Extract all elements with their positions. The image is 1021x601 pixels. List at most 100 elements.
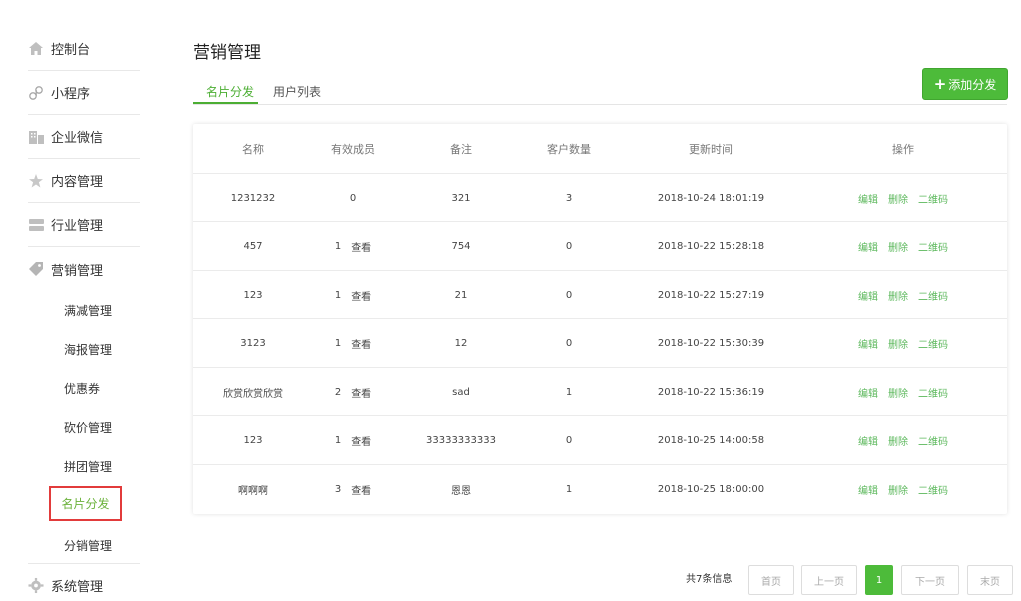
cell-updated: 2018-10-25 14:00:58 [657, 435, 765, 446]
table-row: 457 1 查看 754 0 2018-10-22 15:28:18 编辑 删除 二维码 [193, 223, 1007, 271]
cell-members: 1 查看 [293, 417, 413, 465]
view-members-link[interactable]: 查看 [351, 336, 371, 351]
tab-bar: 名片分发 用户列表 [193, 78, 1007, 105]
sidebar-item-system[interactable]: 系统管理 [28, 563, 140, 601]
sidebar-subitem-bargain[interactable]: 砍价管理 [64, 417, 112, 437]
qrcode-link[interactable]: 二维码 [918, 385, 948, 400]
active-tab-indicator [193, 102, 258, 104]
sidebar-subitem-coupon[interactable]: 优惠券 [64, 378, 100, 398]
member-count: 1 [334, 289, 342, 301]
qrcode-link[interactable]: 二维码 [918, 239, 948, 254]
edit-link[interactable]: 编辑 [858, 385, 878, 400]
gear-icon [28, 577, 44, 594]
sidebar-item-industry[interactable]: 行业管理 [28, 203, 140, 247]
view-members-link[interactable]: 查看 [351, 239, 371, 254]
cell-remark: sad [452, 386, 470, 398]
cell-customers: 0 [565, 338, 573, 349]
sidebar-subitem-full-reduction[interactable]: 满减管理 [64, 300, 112, 320]
qrcode-link[interactable]: 二维码 [918, 336, 948, 351]
qrcode-link[interactable]: 二维码 [918, 191, 948, 206]
view-members-link[interactable]: 查看 [351, 288, 371, 303]
edit-link[interactable]: 编辑 [858, 239, 878, 254]
sidebar-item-label: 行业管理 [51, 219, 104, 234]
view-members-link[interactable]: 查看 [351, 433, 371, 448]
edit-link[interactable]: 编辑 [858, 482, 878, 497]
view-members-link[interactable]: 查看 [351, 385, 371, 400]
member-count: 1 [334, 338, 342, 349]
cell-members: 3 查看 [293, 465, 413, 513]
edit-link[interactable]: 编辑 [858, 191, 878, 206]
cell-actions: 编辑 删除 二维码 [823, 174, 983, 222]
table-row: 1231232 0 321 3 2018-10-24 18:01:19 编辑 删除 二维码 [193, 174, 1007, 222]
table-row: 123 1 查看 33333333333 0 2018-10-25 14:00:58 编辑删… [193, 417, 1007, 465]
table-row: 3123 1 查看 12 0 2018-10-22 15:30:39 编辑 删除 二维码 [193, 320, 1007, 368]
first-page-button[interactable]: 首页 [748, 565, 794, 595]
view-members-link[interactable]: 查看 [351, 482, 371, 497]
home-icon [28, 41, 44, 57]
tab-card-distribution[interactable]: 名片分发 [206, 83, 254, 100]
sidebar-subitem-distribution[interactable]: 分销管理 [64, 535, 112, 555]
member-count: 1 [334, 435, 342, 446]
cell-actions: 编辑 删除 二维码 [823, 320, 983, 368]
member-count: 0 [349, 192, 357, 204]
sidebar-subitem-card-distribution[interactable]: 名片分发 [49, 486, 122, 521]
last-page-button[interactable]: 末页 [967, 565, 1013, 595]
edit-link[interactable]: 编辑 [858, 336, 878, 351]
column-header-updated: 更新时间 [689, 143, 733, 156]
cell-customers: 1 [565, 386, 573, 398]
delete-link[interactable]: 删除 [888, 385, 908, 400]
table-row: 啊啊啊 3 查看 恩恩 1 2018-10-25 18:00:00 编辑 删除 二维码 [193, 465, 1007, 513]
table-row: 123 1 查看 21 0 2018-10-22 15:27:19 编辑 删除 二维码 [193, 271, 1007, 319]
sidebar-item-console[interactable]: 控制台 [28, 27, 140, 71]
cell-remark: 33333333333 [426, 435, 496, 446]
next-page-button[interactable]: 下一页 [901, 565, 959, 595]
column-header-remark: 备注 [450, 143, 472, 156]
delete-link[interactable]: 删除 [888, 433, 908, 448]
member-count: 2 [334, 386, 342, 398]
edit-link[interactable]: 编辑 [858, 433, 878, 448]
cell-members: 2 查看 [293, 368, 413, 416]
cell-updated: 2018-10-22 15:36:19 [657, 386, 765, 398]
mini-program-icon [28, 85, 44, 101]
edit-link[interactable]: 编辑 [858, 288, 878, 303]
delete-link[interactable]: 删除 [888, 239, 908, 254]
qrcode-link[interactable]: 二维码 [918, 288, 948, 303]
sidebar-subitem-group-buy[interactable]: 拼团管理 [64, 456, 112, 476]
sidebar-item-content[interactable]: 内容管理 [28, 159, 140, 203]
sidebar-item-marketing[interactable]: 营销管理 [28, 247, 140, 291]
cell-updated: 2018-10-22 15:30:39 [657, 338, 765, 349]
sidebar-item-mini-program[interactable]: 小程序 [28, 71, 140, 115]
prev-page-button[interactable]: 上一页 [801, 565, 857, 595]
delete-link[interactable]: 删除 [888, 288, 908, 303]
tag-icon [28, 261, 44, 277]
column-header-actions: 操作 [892, 143, 914, 156]
delete-link[interactable]: 删除 [888, 336, 908, 351]
distribution-table: 名称 有效成员 备注 客户数量 更新时间 操作 1231232 0 321 3 2018… [193, 124, 1007, 514]
page-title: 营销管理 [193, 43, 261, 63]
cell-members: 0 [293, 174, 413, 222]
cell-customers: 0 [565, 435, 573, 446]
plus-icon: + [933, 75, 947, 93]
cell-remark: 21 [454, 289, 468, 301]
cell-actions: 编辑 删除 二维码 [823, 368, 983, 416]
page-1-button[interactable]: 1 [865, 565, 893, 595]
cell-remark: 恩恩 [451, 485, 471, 497]
sidebar-item-label: 小程序 [51, 87, 91, 102]
cell-actions: 编辑 删除 二维码 [823, 417, 983, 465]
sidebar-subitem-poster[interactable]: 海报管理 [64, 339, 112, 359]
cell-members: 1 查看 [293, 320, 413, 368]
sidebar-item-enterprise-wechat[interactable]: 企业微信 [28, 115, 140, 159]
sidebar-item-label: 营销管理 [51, 263, 104, 279]
cell-actions: 编辑 删除 二维码 [823, 465, 983, 513]
add-distribution-button[interactable]: + 添加分发 [922, 68, 1008, 100]
sidebar-item-label: 内容管理 [51, 175, 104, 190]
delete-link[interactable]: 删除 [888, 482, 908, 497]
qrcode-link[interactable]: 二维码 [918, 433, 948, 448]
cell-customers: 3 [565, 192, 573, 204]
qrcode-link[interactable]: 二维码 [918, 482, 948, 497]
table-row: 欣赏欣赏欣赏 2 查看 sad 1 2018-10-22 15:36:19 编辑 删除 二维码 [193, 368, 1007, 416]
delete-link[interactable]: 删除 [888, 191, 908, 206]
industry-icon [28, 217, 44, 233]
tab-user-list[interactable]: 用户列表 [273, 83, 321, 100]
member-count: 3 [334, 483, 342, 495]
